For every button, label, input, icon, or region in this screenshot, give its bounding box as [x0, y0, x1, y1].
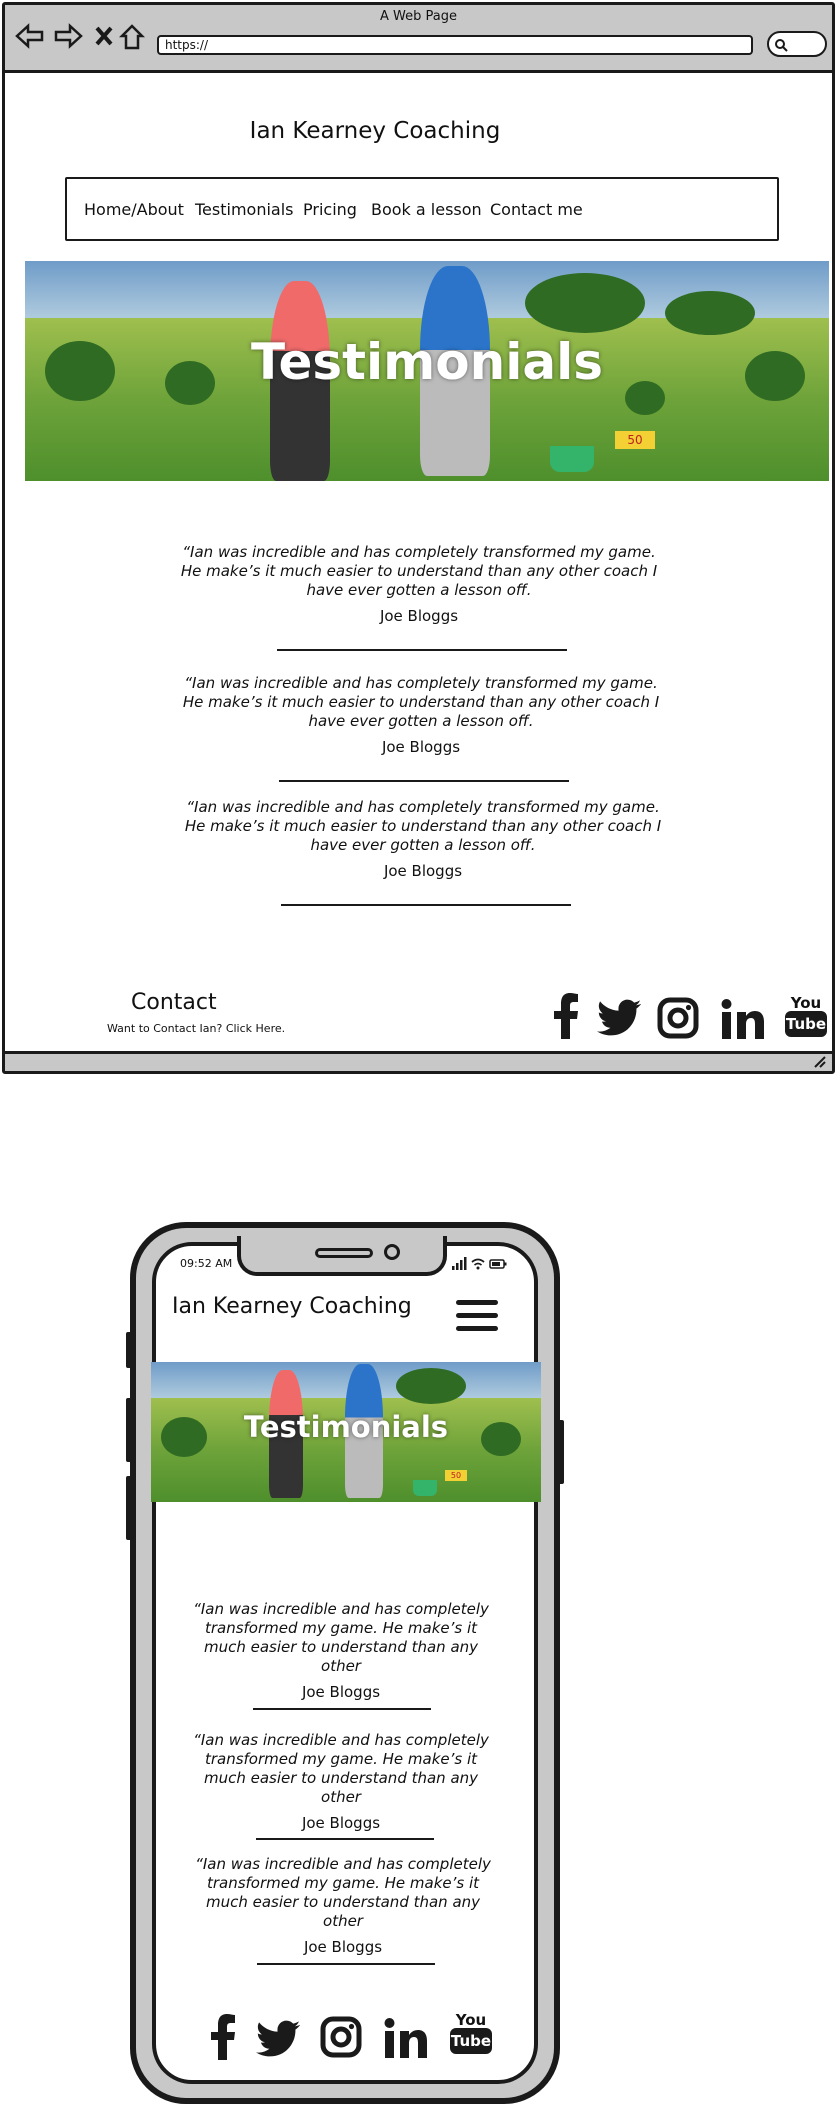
contact-heading: Contact: [131, 990, 217, 1015]
ball-basket: [550, 446, 594, 472]
divider: [257, 1963, 435, 1965]
facebook-icon[interactable]: [551, 993, 581, 1039]
testimonial-card: “Ian was incredible and has completely t…: [186, 1731, 496, 1832]
back-arrow-icon[interactable]: [15, 23, 45, 55]
testimonial-quote: “Ian was incredible and has completely t…: [180, 543, 658, 599]
mobile-hero-banner: 50 Testimonials: [151, 1362, 541, 1502]
testimonial-author: Joe Bloggs: [301, 1683, 381, 1701]
phone-side-button: [126, 1476, 132, 1540]
twitter-icon[interactable]: [597, 999, 641, 1037]
battery-icon: [489, 1259, 507, 1269]
browser-toolbar: A Web Page https://: [5, 5, 832, 73]
main-nav: Home/About Testimonials Pricing Book a l…: [65, 177, 779, 241]
facebook-icon[interactable]: [208, 2014, 238, 2060]
testimonial-quote: “Ian was incredible and has completely t…: [193, 1731, 489, 1806]
testimonial-card: “Ian was incredible and has completely t…: [188, 1855, 498, 1956]
nav-testimonials[interactable]: Testimonials: [195, 200, 294, 219]
youtube-icon-top: You: [790, 994, 822, 1012]
ball-basket: [413, 1480, 437, 1496]
hero-title: Testimonials: [243, 1410, 449, 1444]
linkedin-icon[interactable]: [384, 2018, 428, 2058]
signal-icon: [452, 1257, 467, 1270]
testimonial-author: Joe Bloggs: [301, 1814, 381, 1832]
browser-window: A Web Page https:// Ian Kearney Coaching…: [2, 2, 835, 1074]
youtube-icon-top: You: [455, 2011, 487, 2029]
instagram-icon[interactable]: [320, 2016, 362, 2058]
divider: [279, 780, 569, 782]
contact-link[interactable]: Want to Contact Ian? Click Here.: [107, 1022, 285, 1035]
divider: [256, 1838, 434, 1840]
status-icons: [452, 1256, 508, 1275]
distance-sign: 50: [445, 1470, 467, 1481]
testimonial-quote: “Ian was incredible and has completely t…: [182, 674, 660, 730]
youtube-icon[interactable]: You Tube: [785, 995, 827, 1037]
home-icon[interactable]: [118, 23, 146, 57]
divider: [253, 1708, 431, 1710]
phone-camera: [384, 1244, 400, 1260]
testimonial-author: Joe Bloggs: [303, 1938, 383, 1956]
testimonial-author: Joe Bloggs: [379, 607, 459, 625]
divider: [277, 649, 567, 651]
browser-window-title: A Web Page: [380, 9, 457, 24]
browser-status-bar: [5, 1051, 832, 1071]
youtube-icon-bottom: Tube: [785, 1011, 827, 1037]
site-title: Ian Kearney Coaching: [249, 118, 501, 144]
instagram-icon[interactable]: [657, 997, 699, 1039]
phone-side-button: [126, 1398, 132, 1462]
close-icon[interactable]: [93, 23, 115, 55]
nav-pricing[interactable]: Pricing: [303, 200, 357, 219]
testimonial-card: “Ian was incredible and has completely t…: [179, 798, 667, 880]
distance-sign: 50: [615, 431, 655, 449]
youtube-icon-bottom: Tube: [450, 2028, 492, 2054]
wifi-icon: [471, 1258, 485, 1270]
testimonial-quote: “Ian was incredible and has completely t…: [193, 1600, 489, 1675]
testimonial-author: Joe Bloggs: [383, 862, 463, 880]
nav-contact[interactable]: Contact me: [490, 200, 583, 219]
nav-book-lesson[interactable]: Book a lesson: [371, 200, 482, 219]
testimonial-quote: “Ian was incredible and has completely t…: [195, 1855, 491, 1930]
phone-side-button: [558, 1420, 564, 1484]
hamburger-menu-icon[interactable]: [456, 1300, 498, 1339]
search-icon: [775, 39, 788, 52]
hero-title: Testimonials: [250, 333, 603, 391]
browser-search-field[interactable]: [767, 31, 827, 57]
hero-banner: 50 Testimonials: [25, 261, 829, 481]
divider: [281, 904, 571, 906]
testimonial-card: “Ian was incredible and has completely t…: [186, 1600, 496, 1701]
testimonial-author: Joe Bloggs: [381, 738, 461, 756]
testimonial-card: “Ian was incredible and has completely t…: [177, 674, 665, 756]
youtube-icon[interactable]: You Tube: [450, 2012, 492, 2054]
mobile-site-title: Ian Kearney Coaching: [172, 1294, 412, 1319]
linkedin-icon[interactable]: [721, 999, 765, 1039]
twitter-icon[interactable]: [256, 2020, 300, 2058]
phone-side-button: [126, 1332, 132, 1368]
testimonial-card: “Ian was incredible and has completely t…: [175, 543, 663, 625]
testimonial-quote: “Ian was incredible and has completely t…: [184, 798, 662, 854]
resize-handle-icon[interactable]: [813, 1056, 827, 1068]
forward-arrow-icon[interactable]: [53, 23, 83, 55]
url-input[interactable]: https://: [157, 35, 753, 55]
nav-home-about[interactable]: Home/About: [84, 200, 184, 219]
status-time: 09:52 AM: [180, 1257, 233, 1270]
phone-speaker: [315, 1248, 373, 1258]
